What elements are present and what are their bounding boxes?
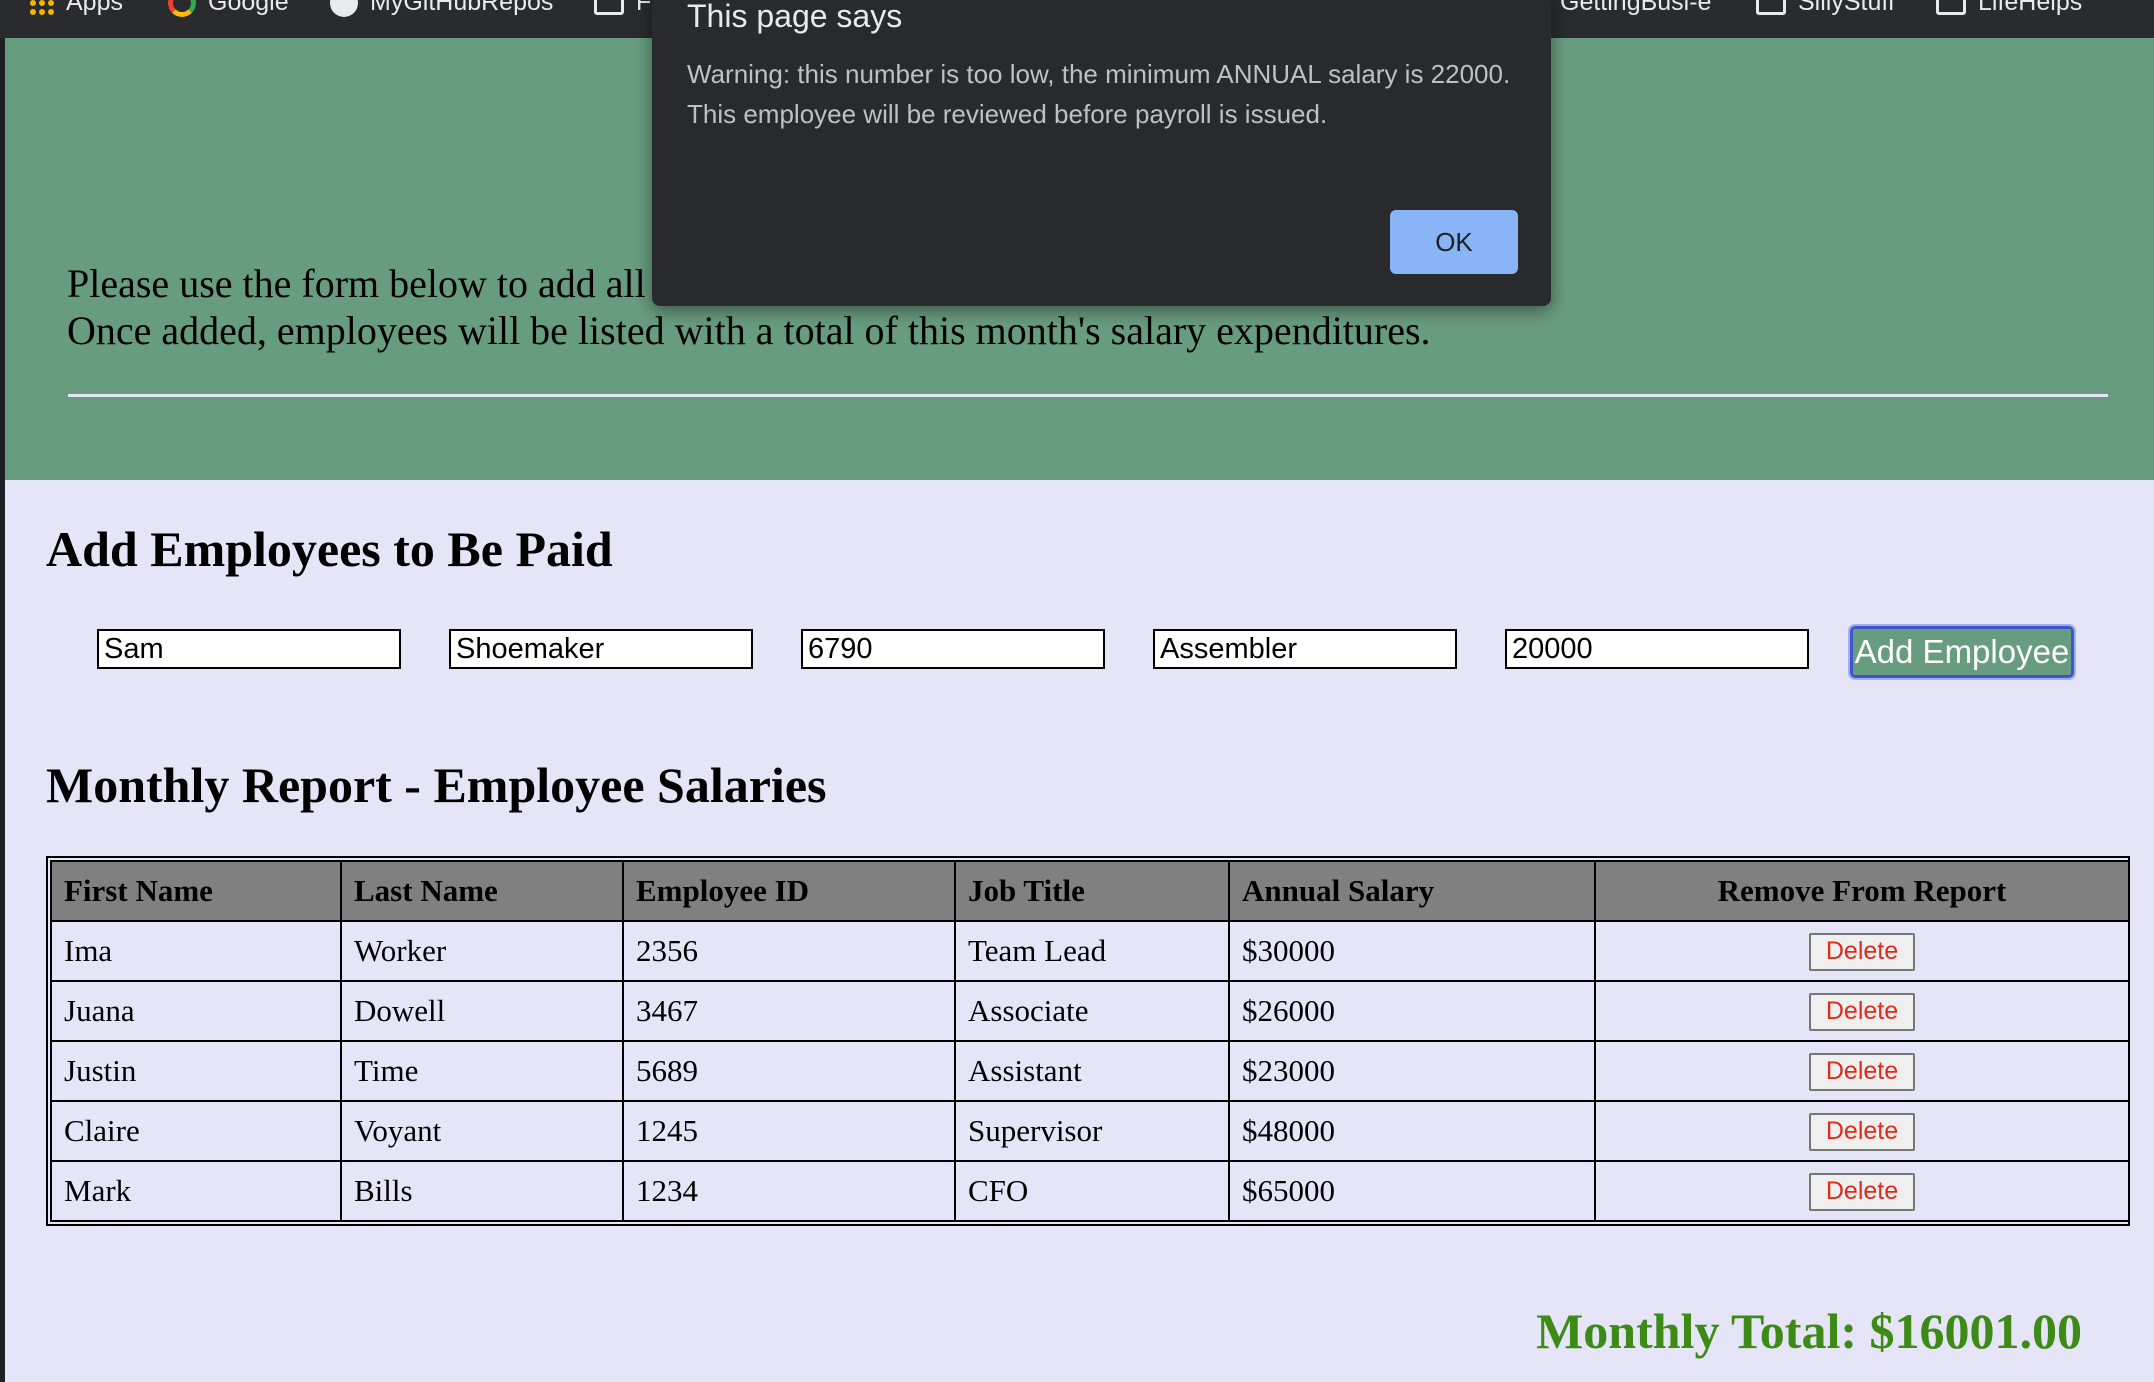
col-header-remove: Remove From Report (1594, 860, 2130, 922)
col-header-first-name: First Name (50, 860, 342, 922)
header-divider (68, 394, 2108, 397)
table-row: Justin Time 5689 Assistant $23000 Delete (50, 1040, 2130, 1102)
cell-first-name: Mark (50, 1160, 342, 1222)
folder-icon (594, 0, 624, 15)
github-icon (330, 0, 358, 17)
table-row: Claire Voyant 1245 Supervisor $48000 Del… (50, 1100, 2130, 1162)
bookmark-label: LifeHelps (1978, 0, 2083, 16)
bookmark-label: F (636, 0, 652, 16)
bookmark-apps[interactable]: Apps (30, 0, 123, 17)
cell-job-title: Assistant (954, 1040, 1230, 1102)
cell-remove: Delete (1594, 1040, 2130, 1102)
delete-button[interactable]: Delete (1809, 1052, 1915, 1091)
intro-line-2: Once added, employees will be listed wit… (67, 308, 1431, 353)
delete-button[interactable]: Delete (1809, 1112, 1915, 1151)
folder-icon (1756, 0, 1786, 15)
cell-remove: Delete (1594, 1100, 2130, 1162)
cell-employee-id: 1234 (622, 1160, 956, 1222)
report-heading: Monthly Report - Employee Salaries (46, 757, 827, 813)
cell-last-name: Bills (340, 1160, 624, 1222)
cell-job-title: Supervisor (954, 1100, 1230, 1162)
table-row: Mark Bills 1234 CFO $65000 Delete (50, 1160, 2130, 1222)
cell-annual-salary: $26000 (1228, 980, 1596, 1042)
table-row: Juana Dowell 3467 Associate $26000 Delet… (50, 980, 2130, 1042)
dialog-message: Warning: this number is too low, the min… (687, 59, 1511, 129)
bookmark-label: Apps (66, 0, 123, 16)
cell-job-title: Associate (954, 980, 1230, 1042)
bookmark-label: SillyStuff (1798, 0, 1895, 16)
cell-employee-id: 2356 (622, 920, 956, 982)
job-title-input[interactable] (1153, 629, 1457, 669)
cell-first-name: Justin (50, 1040, 342, 1102)
delete-button[interactable]: Delete (1809, 992, 1915, 1031)
dialog-title: This page says (687, 0, 903, 34)
col-header-job-title: Job Title (954, 860, 1230, 922)
table-header-row: First Name Last Name Employee ID Job Tit… (50, 860, 2130, 922)
cell-last-name: Voyant (340, 1100, 624, 1162)
delete-button[interactable]: Delete (1809, 1172, 1915, 1211)
bookmark-label: Google (208, 0, 289, 16)
cell-last-name: Worker (340, 920, 624, 982)
cell-job-title: CFO (954, 1160, 1230, 1222)
col-header-employee-id: Employee ID (622, 860, 956, 922)
employee-id-input[interactable] (801, 629, 1105, 669)
bookmark-label: GettingBusi-e (1560, 0, 1712, 16)
google-icon (168, 0, 196, 17)
cell-remove: Delete (1594, 980, 2130, 1042)
cell-first-name: Juana (50, 980, 342, 1042)
cell-first-name: Ima (50, 920, 342, 982)
last-name-input[interactable] (449, 629, 753, 669)
cell-last-name: Dowell (340, 980, 624, 1042)
table-row: Ima Worker 2356 Team Lead $30000 Delete (50, 920, 2130, 982)
apps-grid-icon (30, 0, 54, 15)
cell-annual-salary: $23000 (1228, 1040, 1596, 1102)
col-header-last-name: Last Name (340, 860, 624, 922)
first-name-input[interactable] (97, 629, 401, 669)
delete-button[interactable]: Delete (1809, 932, 1915, 971)
bookmark-label: MyGitHubRepos (370, 0, 554, 16)
salary-table: First Name Last Name Employee ID Job Tit… (46, 856, 2130, 1226)
cell-last-name: Time (340, 1040, 624, 1102)
cell-first-name: Claire (50, 1100, 342, 1162)
add-employee-button[interactable]: Add Employee (1848, 624, 2076, 680)
cell-remove: Delete (1594, 1160, 2130, 1222)
bookmark-lifehelps[interactable]: LifeHelps (1936, 0, 2082, 17)
bookmark-sillystuff[interactable]: SillyStuff (1756, 0, 1895, 17)
cell-annual-salary: $65000 (1228, 1160, 1596, 1222)
cell-employee-id: 1245 (622, 1100, 956, 1162)
add-employees-heading: Add Employees to Be Paid (46, 521, 613, 577)
add-employee-form: Add Employee (0, 624, 2154, 682)
folder-icon (1936, 0, 1966, 15)
cell-employee-id: 5689 (622, 1040, 956, 1102)
bookmark-mygithubrepos[interactable]: MyGitHubRepos (330, 0, 553, 17)
monthly-total: Monthly Total: $16001.00 (1536, 1303, 2082, 1359)
alert-dialog: This page says Warning: this number is t… (652, 0, 1551, 306)
bookmark-google[interactable]: Google (168, 0, 289, 17)
cell-annual-salary: $30000 (1228, 920, 1596, 982)
col-header-annual-salary: Annual Salary (1228, 860, 1596, 922)
bookmark-folder-f[interactable]: F (594, 0, 651, 17)
cell-remove: Delete (1594, 920, 2130, 982)
cell-job-title: Team Lead (954, 920, 1230, 982)
cell-annual-salary: $48000 (1228, 1100, 1596, 1162)
annual-salary-input[interactable] (1505, 629, 1809, 669)
ok-button[interactable]: OK (1390, 210, 1518, 274)
cell-employee-id: 3467 (622, 980, 956, 1042)
